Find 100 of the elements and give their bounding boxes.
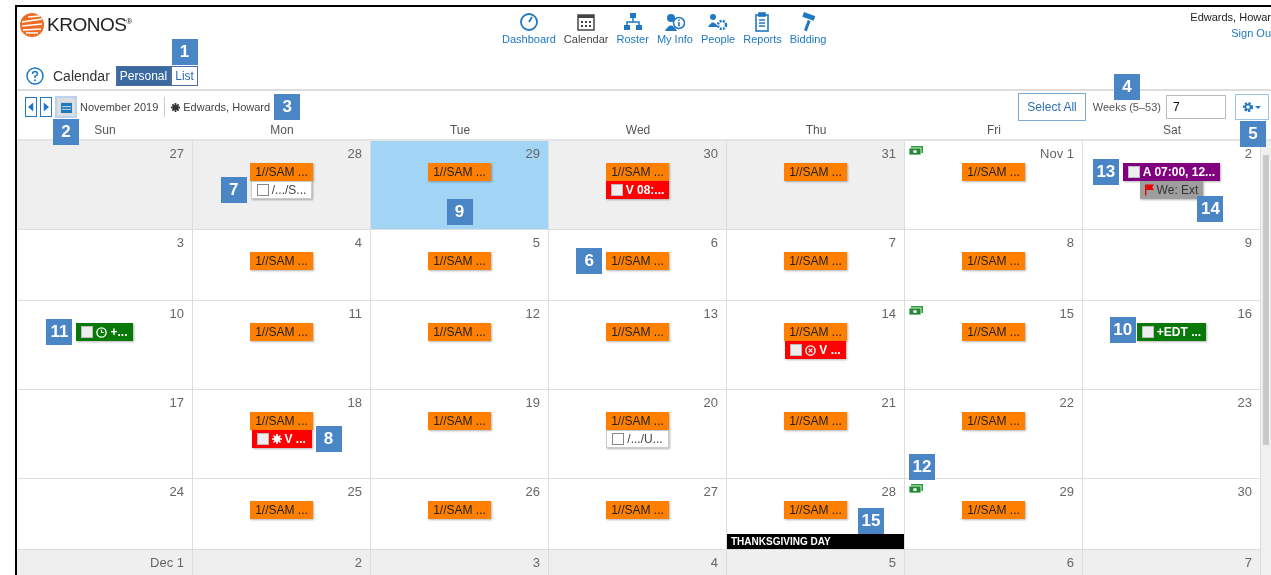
- calendar-event[interactable]: 1//SAM ...: [962, 501, 1025, 519]
- day-cell[interactable]: 6: [905, 550, 1083, 575]
- day-cell[interactable]: 25 1//SAM ...: [193, 479, 371, 550]
- day-cell[interactable]: 30 1//SAM ... V 08:...: [549, 141, 727, 230]
- day-cell[interactable]: 19 1//SAM ...: [371, 390, 549, 479]
- day-cell[interactable]: 7 1//SAM ...: [727, 230, 905, 301]
- calendar-event[interactable]: 1//SAM ...: [250, 252, 313, 270]
- day-cell[interactable]: 18 1//SAM ... V ... 8: [193, 390, 371, 479]
- calendar-button[interactable]: [55, 96, 77, 118]
- calendar-event[interactable]: 1//SAM ...: [606, 163, 669, 181]
- calendar-event[interactable]: 1//SAM ...: [784, 252, 847, 270]
- day-cell[interactable]: Dec 1: [17, 550, 193, 575]
- calendar-event[interactable]: 1//SAM ...: [962, 412, 1025, 430]
- calendar-event[interactable]: 1//SAM ...: [962, 323, 1025, 341]
- day-cell[interactable]: 28 1//SAM ... THANKSGIVING DAY 15: [727, 479, 905, 550]
- help-icon[interactable]: [26, 67, 44, 85]
- nav-link[interactable]: People: [698, 7, 738, 45]
- calendar-event[interactable]: 1//SAM ...: [250, 412, 313, 430]
- calendar-event[interactable]: 1//SAM ...: [784, 501, 847, 519]
- calendar-event[interactable]: 1//SAM ...: [428, 501, 491, 519]
- calendar-event[interactable]: +...: [76, 323, 133, 341]
- calendar-event[interactable]: A 07:00, 12...: [1122, 163, 1221, 181]
- day-cell[interactable]: 21 1//SAM ...: [727, 390, 905, 479]
- calendar-event[interactable]: 1//SAM ...: [428, 412, 491, 430]
- day-cell[interactable]: 16 10 +EDT ...: [1083, 301, 1261, 390]
- day-cell[interactable]: 30: [1083, 479, 1261, 550]
- weeks-field[interactable]: 7: [1166, 95, 1226, 119]
- previous-button[interactable]: [25, 97, 37, 117]
- day-cell[interactable]: 9: [1083, 230, 1261, 301]
- nav-link[interactable]: Dashboard: [500, 7, 558, 45]
- day-cell[interactable]: 13 1//SAM ...: [549, 301, 727, 390]
- day-cell[interactable]: 23: [1083, 390, 1261, 479]
- calendar-event[interactable]: 1//SAM ...: [784, 323, 847, 341]
- scrollbar[interactable]: [1261, 141, 1271, 575]
- checkbox[interactable]: [610, 184, 623, 196]
- day-cell[interactable]: 12 1//SAM ...: [371, 301, 549, 390]
- calendar-event[interactable]: V ...: [251, 430, 312, 448]
- day-cell[interactable]: 29 1//SAM ... 9: [371, 141, 549, 230]
- calendar-event[interactable]: +EDT ...: [1136, 323, 1207, 341]
- calendar-event[interactable]: 1//SAM ...: [428, 163, 491, 181]
- calendar-event[interactable]: /.../U...: [606, 430, 669, 448]
- calendar-event[interactable]: 1//SAM ...: [250, 501, 313, 519]
- next-button[interactable]: [40, 97, 52, 117]
- calendar-event[interactable]: 1//SAM ...: [962, 163, 1025, 181]
- day-cell[interactable]: 27: [17, 141, 193, 230]
- day-cell[interactable]: 6 6 1//SAM ...: [549, 230, 727, 301]
- day-cell[interactable]: 14 1//SAM ... V ...: [727, 301, 905, 390]
- day-cell[interactable]: 22 1//SAM ... 12: [905, 390, 1083, 479]
- settings-button[interactable]: [1235, 94, 1269, 120]
- day-cell[interactable]: 28 1//SAM ... 7 /.../S...: [193, 141, 371, 230]
- nav-link[interactable]: My Info: [654, 7, 695, 45]
- calendar-event[interactable]: We: Ext: [1139, 181, 1204, 199]
- day-cell[interactable]: 5 1//SAM ...: [371, 230, 549, 301]
- day-cell[interactable]: 17: [17, 390, 193, 479]
- day-cell[interactable]: 4 1//SAM ...: [193, 230, 371, 301]
- calendar-event[interactable]: /.../S...: [250, 181, 313, 199]
- nav-link[interactable]: Bidding: [787, 7, 829, 45]
- calendar-event[interactable]: 1//SAM ...: [784, 412, 847, 430]
- nav-link[interactable]: Reports: [741, 7, 784, 45]
- day-cell[interactable]: 26 1//SAM ...: [371, 479, 549, 550]
- calendar-event[interactable]: 1//SAM ...: [428, 252, 491, 270]
- day-cell[interactable]: 8 1//SAM ...: [905, 230, 1083, 301]
- calendar-event[interactable]: 1//SAM ...: [606, 501, 669, 519]
- day-cell[interactable]: 29 1//SAM ...: [905, 479, 1083, 550]
- day-cell[interactable]: 10 11 +...: [17, 301, 193, 390]
- day-cell[interactable]: 7: [1083, 550, 1261, 575]
- checkbox[interactable]: [790, 344, 803, 356]
- checkbox[interactable]: [256, 184, 269, 196]
- day-cell[interactable]: 11 1//SAM ...: [193, 301, 371, 390]
- calendar-event[interactable]: 1//SAM ...: [606, 412, 669, 430]
- view-tab[interactable]: List: [171, 66, 198, 86]
- day-cell[interactable]: 27 1//SAM ...: [549, 479, 727, 550]
- calendar-event[interactable]: 1//SAM ...: [784, 163, 847, 181]
- checkbox[interactable]: [1127, 166, 1140, 178]
- day-cell[interactable]: 5: [727, 550, 905, 575]
- day-cell[interactable]: 15 1//SAM ...: [905, 301, 1083, 390]
- calendar-event[interactable]: 1//SAM ...: [250, 323, 313, 341]
- calendar-event[interactable]: V 08:...: [605, 181, 670, 199]
- day-cell[interactable]: 20 1//SAM ... /.../U...: [549, 390, 727, 479]
- calendar-event[interactable]: 1//SAM ...: [428, 323, 491, 341]
- checkbox[interactable]: [612, 433, 625, 445]
- checkbox[interactable]: [81, 326, 94, 338]
- checkbox[interactable]: [1141, 326, 1154, 338]
- nav-link[interactable]: Roster: [614, 7, 651, 45]
- sign-out-link[interactable]: Sign Ou: [1231, 27, 1271, 39]
- day-cell[interactable]: 2: [193, 550, 371, 575]
- day-cell[interactable]: 3: [17, 230, 193, 301]
- checkbox[interactable]: [256, 433, 269, 445]
- calendar-event[interactable]: 1//SAM ...: [250, 163, 313, 181]
- day-cell[interactable]: 24: [17, 479, 193, 550]
- view-tab[interactable]: Personal: [115, 66, 172, 86]
- calendar-event[interactable]: 1//SAM ...: [606, 252, 669, 270]
- select-all-button[interactable]: Select All: [1018, 93, 1086, 121]
- calendar-event[interactable]: V ...: [785, 341, 846, 359]
- day-cell[interactable]: Nov 1 1//SAM ...: [905, 141, 1083, 230]
- day-cell[interactable]: 31 1//SAM ...: [727, 141, 905, 230]
- day-cell[interactable]: 3: [371, 550, 549, 575]
- calendar-event[interactable]: 1//SAM ...: [606, 323, 669, 341]
- calendar-event[interactable]: 1//SAM ...: [962, 252, 1025, 270]
- day-cell[interactable]: 4: [549, 550, 727, 575]
